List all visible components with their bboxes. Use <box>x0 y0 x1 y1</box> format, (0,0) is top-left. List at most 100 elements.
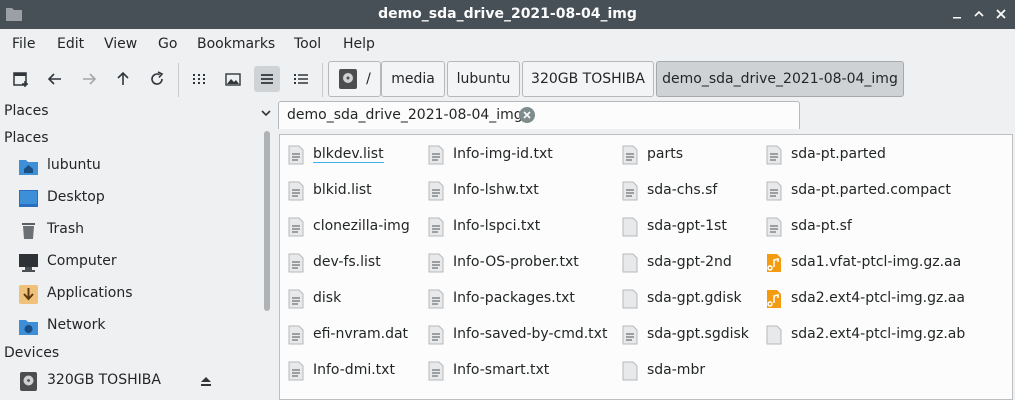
drive-icon <box>339 69 358 89</box>
minimize-icon[interactable] <box>948 5 966 23</box>
forward-button[interactable] <box>76 66 102 92</box>
sidebar-item-label: Computer <box>47 253 117 269</box>
sidebar-item-trash[interactable]: Trash <box>18 217 248 243</box>
text-file-icon <box>622 145 638 165</box>
side-pane-scrollbar[interactable] <box>264 131 270 311</box>
text-file-icon <box>428 325 444 345</box>
menu-bookmarks[interactable]: Bookmarks <box>197 36 275 52</box>
file-item[interactable]: sda-pt.parted.compact <box>765 179 1005 203</box>
maximize-icon[interactable] <box>970 5 988 23</box>
text-file-icon <box>428 217 444 237</box>
file-name: sda2.ext4-ptcl-img.gz.ab <box>791 326 966 342</box>
file-item[interactable]: efi-nvram.dat <box>287 323 417 347</box>
detailed-list-icon <box>294 74 308 84</box>
file-name: disk <box>313 290 342 306</box>
sidebar-item-computer[interactable]: Computer <box>18 249 248 275</box>
back-button[interactable] <box>42 66 68 92</box>
breadcrumb-media[interactable]: media <box>381 61 445 97</box>
sidebar-item-network[interactable]: Network <box>18 313 248 339</box>
new-tab-icon <box>13 72 28 87</box>
file-item[interactable]: disk <box>287 287 417 311</box>
reload-button[interactable] <box>144 66 170 92</box>
text-file-icon <box>428 145 444 165</box>
new-tab-button[interactable] <box>8 66 34 92</box>
file-name: Info-smart.txt <box>453 362 550 378</box>
file-item[interactable]: Info-lshw.txt <box>427 179 607 203</box>
sidebar-item-lubuntu[interactable]: lubuntu <box>18 153 248 179</box>
breadcrumb-root[interactable]: / <box>328 61 381 97</box>
breadcrumb-label: / <box>366 71 371 87</box>
text-file-icon <box>288 325 304 345</box>
file-name: sda-gpt.sgdisk <box>647 326 749 342</box>
file-item[interactable]: Info-lspci.txt <box>427 215 607 239</box>
thumbnail-view-button[interactable] <box>220 66 246 92</box>
file-name: dev-fs.list <box>313 254 381 270</box>
file-name: sda-pt.sf <box>791 218 852 234</box>
sidebar-item-desktop[interactable]: Desktop <box>18 185 248 211</box>
file-name: sda-mbr <box>647 362 706 378</box>
file-item[interactable]: Info-img-id.txt <box>427 143 607 167</box>
close-tab-icon[interactable] <box>518 106 536 124</box>
devices-header: Devices <box>4 345 60 361</box>
file-item[interactable]: Info-dmi.txt <box>287 359 417 383</box>
icon-view-icon <box>193 74 205 84</box>
file-name: blkdev.list <box>313 146 384 163</box>
menu-help[interactable]: Help <box>343 36 375 52</box>
file-item[interactable]: Info-smart.txt <box>427 359 607 383</box>
blank-file-icon <box>622 361 638 381</box>
file-item[interactable]: Info-saved-by-cmd.txt <box>427 323 607 347</box>
file-item[interactable]: sda-mbr <box>621 359 756 383</box>
compact-view-button[interactable] <box>254 66 280 92</box>
sidebar-item-320gb-toshiba[interactable]: 320GB TOSHIBA <box>18 368 248 394</box>
home-folder-icon <box>19 160 38 175</box>
window-titlebar: demo_sda_drive_2021-08-04_img <box>0 0 1015 29</box>
menu-edit[interactable]: Edit <box>57 36 84 52</box>
file-item[interactable]: sda-pt.sf <box>765 215 1005 239</box>
sidebar-item-applications[interactable]: Applications <box>18 281 248 307</box>
file-item[interactable]: sda-gpt-2nd <box>621 251 756 275</box>
file-item[interactable]: clonezilla-img <box>287 215 417 239</box>
sidebar-item-label: Trash <box>47 221 84 237</box>
side-pane-mode-label[interactable]: Places <box>4 103 49 119</box>
tab-current-folder[interactable]: demo_sda_drive_2021-08-04_img <box>278 101 800 129</box>
text-file-icon <box>288 181 304 201</box>
file-item[interactable]: blkid.list <box>287 179 417 203</box>
file-item[interactable]: dev-fs.list <box>287 251 417 275</box>
chevron-down-icon[interactable] <box>258 105 274 121</box>
breadcrumb-current-folder[interactable]: demo_sda_drive_2021-08-04_img <box>656 61 904 97</box>
text-file-icon <box>428 361 444 381</box>
blank-file-icon <box>622 217 638 237</box>
file-list-view[interactable]: blkdev.list blkid.list clonezilla-img de… <box>279 134 1013 400</box>
file-name: sda-pt.parted <box>791 146 886 162</box>
breadcrumb-lubuntu[interactable]: lubuntu <box>447 61 520 97</box>
text-file-icon <box>766 217 782 237</box>
file-item[interactable]: sda1.vfat-ptcl-img.gz.aa <box>765 251 1005 275</box>
text-file-icon <box>766 145 782 165</box>
file-item[interactable]: sda2.ext4-ptcl-img.gz.ab <box>765 323 1005 347</box>
eject-icon[interactable] <box>199 374 213 388</box>
file-item[interactable]: sda-gpt.sgdisk <box>621 323 756 347</box>
detailed-view-button[interactable] <box>288 66 314 92</box>
file-item[interactable]: blkdev.list <box>287 143 417 167</box>
file-item[interactable]: sda-pt.parted <box>765 143 1005 167</box>
close-icon[interactable] <box>992 5 1010 23</box>
file-item[interactable]: sda-chs.sf <box>621 179 756 203</box>
compact-view-icon <box>261 74 273 84</box>
file-item[interactable]: Info-packages.txt <box>427 287 607 311</box>
menu-go[interactable]: Go <box>158 36 177 52</box>
menu-file[interactable]: File <box>12 36 35 52</box>
file-name: sda2.ext4-ptcl-img.gz.aa <box>791 290 965 306</box>
file-item[interactable]: parts <box>621 143 756 167</box>
menu-view[interactable]: View <box>104 36 137 52</box>
arrow-up-icon <box>117 71 129 85</box>
archive-file-icon <box>767 290 781 308</box>
file-item[interactable]: sda-gpt.gdisk <box>621 287 756 311</box>
icon-view-button[interactable] <box>186 66 212 92</box>
file-item[interactable]: Info-OS-prober.txt <box>427 251 607 275</box>
file-item[interactable]: sda-gpt-1st <box>621 215 756 239</box>
up-button[interactable] <box>110 66 136 92</box>
file-item[interactable]: sda2.ext4-ptcl-img.gz.aa <box>765 287 1005 311</box>
menu-tool[interactable]: Tool <box>294 36 321 52</box>
breadcrumb-320gb-toshiba[interactable]: 320GB TOSHIBA <box>522 61 654 97</box>
file-name: Info-OS-prober.txt <box>453 254 579 270</box>
